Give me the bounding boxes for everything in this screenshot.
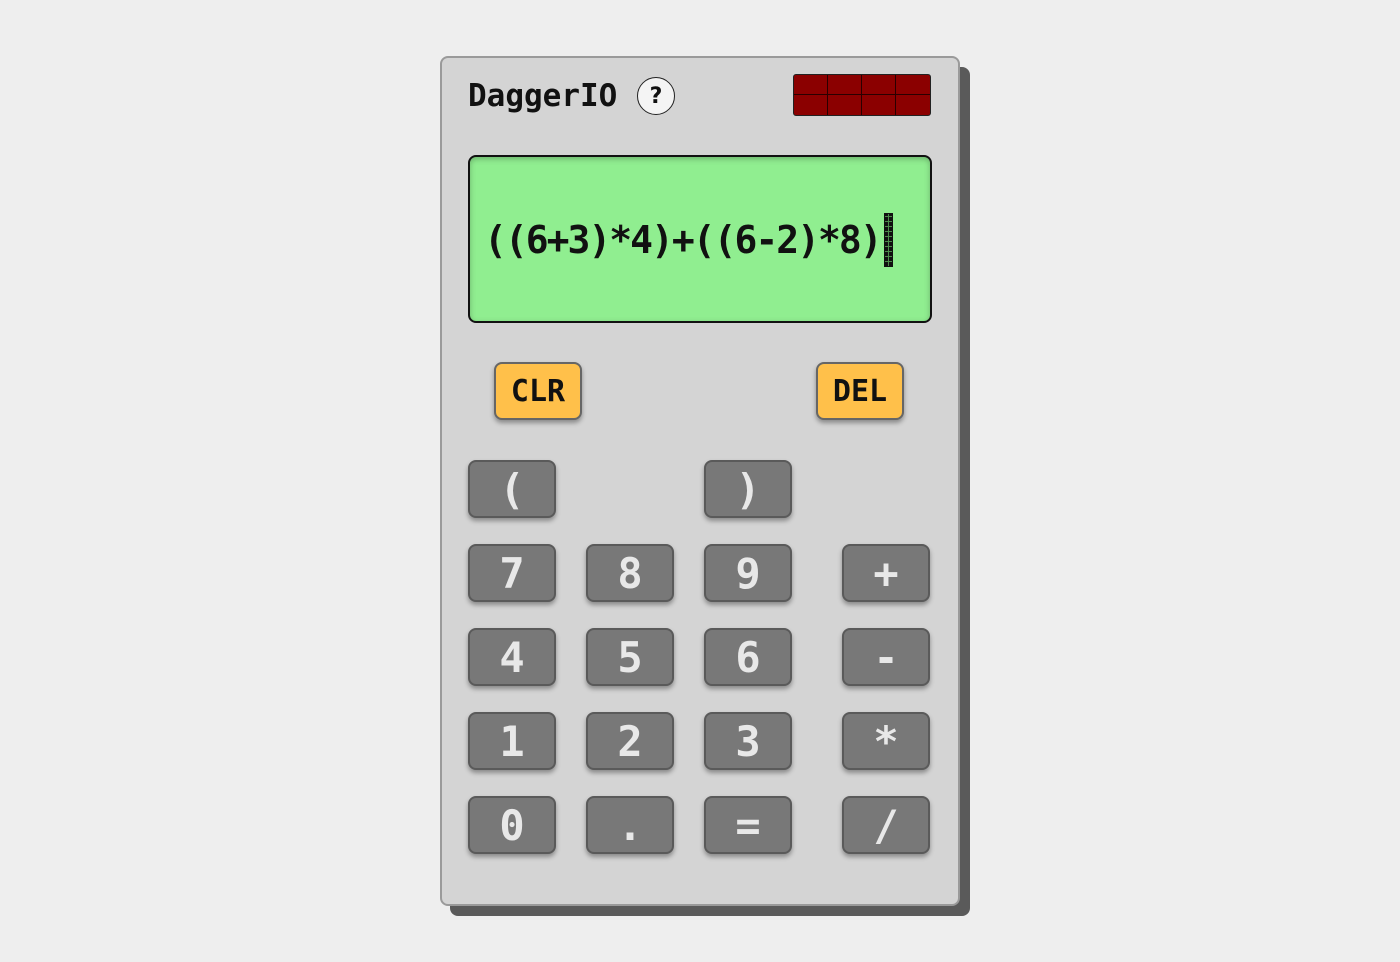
key-minus[interactable]: - xyxy=(842,628,930,686)
key-1[interactable]: 1 xyxy=(468,712,556,770)
calculator-body: DaggerIO ? ((6+3)*4)+((6-2)*8) CLR DEL (… xyxy=(440,56,960,906)
key-9[interactable]: 9 xyxy=(704,544,792,602)
app-title: DaggerIO xyxy=(468,78,618,114)
display-screen: ((6+3)*4)+((6-2)*8) xyxy=(468,155,932,323)
key-6[interactable]: 6 xyxy=(704,628,792,686)
clear-button[interactable]: CLR xyxy=(494,362,582,420)
text-cursor xyxy=(883,213,893,267)
display-line: ((6+3)*4)+((6-2)*8) xyxy=(484,213,893,267)
key-open-paren[interactable]: ( xyxy=(468,460,556,518)
key-7[interactable]: 7 xyxy=(468,544,556,602)
help-button[interactable]: ? xyxy=(637,77,675,115)
key-0[interactable]: 0 xyxy=(468,796,556,854)
key-close-paren[interactable]: ) xyxy=(704,460,792,518)
key-multiply[interactable]: * xyxy=(842,712,930,770)
delete-button[interactable]: DEL xyxy=(816,362,904,420)
key-4[interactable]: 4 xyxy=(468,628,556,686)
key-8[interactable]: 8 xyxy=(586,544,674,602)
display-expression: ((6+3)*4)+((6-2)*8) xyxy=(484,218,883,262)
key-divide[interactable]: / xyxy=(842,796,930,854)
key-plus[interactable]: + xyxy=(842,544,930,602)
key-equals[interactable]: = xyxy=(704,796,792,854)
solar-panel xyxy=(793,74,931,116)
key-2[interactable]: 2 xyxy=(586,712,674,770)
key-decimal[interactable]: . xyxy=(586,796,674,854)
key-5[interactable]: 5 xyxy=(586,628,674,686)
page: DaggerIO ? ((6+3)*4)+((6-2)*8) CLR DEL (… xyxy=(0,0,1400,962)
key-3[interactable]: 3 xyxy=(704,712,792,770)
